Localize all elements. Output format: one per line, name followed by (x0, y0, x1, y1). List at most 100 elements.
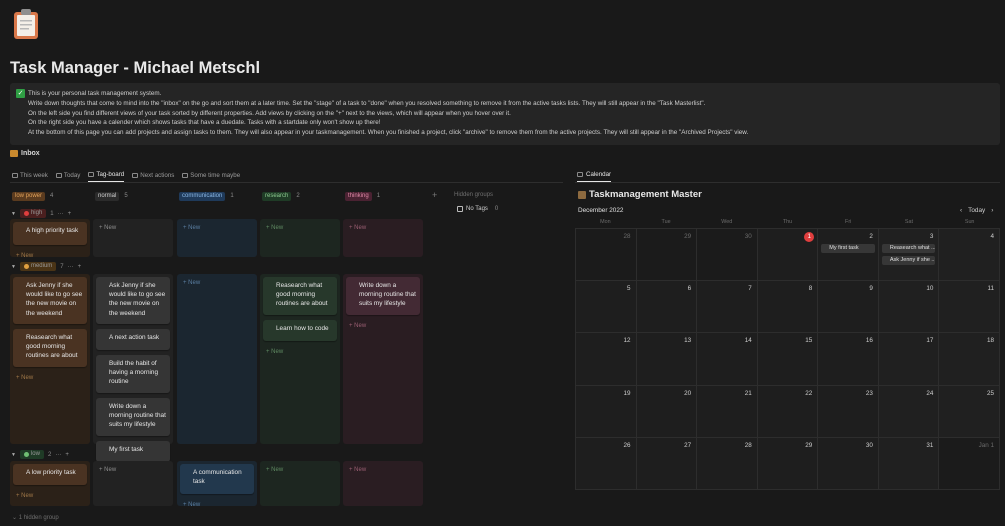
chevron-left-icon[interactable]: ‹ (960, 207, 962, 214)
new-card-button[interactable]: + New (183, 225, 200, 231)
calendar-day[interactable]: 2 My first task (818, 229, 879, 282)
calendar-day[interactable]: 10 (878, 281, 940, 334)
group-header-medium[interactable]: ▼ medium 7 ··· + (11, 262, 81, 271)
more-options-icon[interactable]: ··· (68, 264, 74, 270)
add-icon[interactable]: + (65, 452, 69, 458)
today-button[interactable]: Today (968, 207, 985, 214)
calendar-day[interactable]: 14 (697, 333, 758, 386)
task-card[interactable]: Reasearch what good morning routines are… (13, 329, 87, 367)
calendar-day[interactable]: 25 (939, 385, 1000, 438)
calendar-day[interactable]: 17 (878, 333, 940, 386)
new-card-button[interactable]: + New (99, 225, 116, 231)
task-card[interactable]: Ask Jenny if she would like to go see th… (13, 277, 87, 324)
column-header-normal[interactable]: normal 5 (95, 191, 128, 201)
calendar-event[interactable]: Reasearch what ... (881, 244, 936, 253)
tab-next-actions[interactable]: Next actions (132, 171, 174, 182)
calendar-day[interactable]: 22 (757, 385, 819, 438)
group-header-low[interactable]: ▼ low 2 ··· + (11, 450, 69, 459)
calendar-day[interactable]: 11 (939, 281, 1000, 334)
calendar-day[interactable]: 19 (576, 385, 637, 438)
new-card-button[interactable]: + New (266, 467, 283, 473)
add-icon[interactable]: + (78, 264, 82, 270)
new-card-button[interactable]: + New (16, 375, 33, 381)
calendar-day[interactable]: 20 (636, 385, 698, 438)
calendar-day[interactable]: 9 (818, 281, 879, 334)
new-card-button[interactable]: + New (349, 225, 366, 231)
chevron-right-icon[interactable]: › (991, 207, 993, 214)
new-card-button[interactable]: + New (16, 253, 33, 259)
new-card-button[interactable]: + New (266, 225, 283, 231)
task-card[interactable]: My first task (96, 441, 170, 462)
calendar-title: Taskmanagement Master (578, 189, 702, 200)
task-card[interactable]: A communication task (180, 464, 254, 494)
calendar-tab-label: Calendar (586, 171, 612, 178)
new-card-button[interactable]: + New (99, 467, 116, 473)
inbox-heading[interactable]: Inbox (10, 150, 40, 157)
calendar-day[interactable]: 5 (576, 281, 637, 334)
calendar-day[interactable]: 30 (818, 437, 879, 490)
calendar-day[interactable]: 29 (757, 437, 819, 490)
group-header-high[interactable]: ▼ high 1 ··· + (11, 209, 71, 218)
day-number: 18 (986, 337, 994, 345)
new-card-button[interactable]: + New (266, 349, 283, 355)
calendar-day[interactable]: 12 (576, 333, 637, 386)
task-card[interactable]: Ask Jenny if she would like to go see th… (96, 277, 170, 324)
calendar-day[interactable]: 26 (576, 437, 637, 490)
task-card[interactable]: Write down a morning routine that suits … (346, 277, 420, 315)
calendar-day[interactable]: 6 (636, 281, 698, 334)
new-card-button[interactable]: + New (16, 493, 33, 499)
calendar-day[interactable]: 27 (636, 437, 698, 490)
column-header-low-power[interactable]: low power 4 (12, 191, 53, 201)
task-card[interactable]: Write down a morning routine that suits … (96, 398, 170, 436)
calendar-day[interactable]: 21 (697, 385, 758, 438)
new-card-button[interactable]: + New (183, 280, 200, 286)
calendar-day[interactable]: 31 (878, 437, 940, 490)
caret-down-icon[interactable]: ▼ (11, 264, 16, 270)
new-card-button[interactable]: + New (349, 467, 366, 473)
calendar-day[interactable]: 1 (757, 229, 819, 282)
calendar-day[interactable]: Jan 1 (939, 437, 1000, 490)
task-card[interactable]: A next action task (96, 329, 170, 350)
calendar-day[interactable]: 28 (697, 437, 758, 490)
task-card[interactable]: A high priority task (13, 222, 87, 245)
calendar-day[interactable]: 23 (818, 385, 879, 438)
calendar-day[interactable]: 13 (636, 333, 698, 386)
new-card-button[interactable]: + New (183, 502, 200, 508)
calendar-event[interactable]: My first task (821, 244, 875, 253)
new-card-button[interactable]: + New (349, 323, 366, 329)
calendar-day[interactable]: 16 (818, 333, 879, 386)
tab-today[interactable]: Today (55, 171, 80, 182)
add-icon[interactable]: + (68, 211, 72, 217)
calendar-day[interactable]: 28 (576, 229, 637, 282)
task-card[interactable]: Build the habit of having a morning rout… (96, 355, 170, 393)
calendar-day[interactable]: 8 (757, 281, 819, 334)
hidden-group-toggle[interactable]: ⌄ 1 hidden group (12, 514, 59, 521)
caret-down-icon[interactable]: ▼ (11, 452, 16, 458)
calendar-day[interactable]: 18 (939, 333, 1000, 386)
column-header-research[interactable]: research 2 (262, 191, 300, 201)
calendar-day[interactable]: 15 (757, 333, 819, 386)
tab-some-time-maybe[interactable]: Some time maybe (182, 171, 240, 182)
more-options-icon[interactable]: ··· (58, 211, 64, 217)
no-tags-group[interactable]: No Tags 0 (457, 206, 498, 212)
add-group-button[interactable]: + (432, 190, 437, 200)
column-header-thinking[interactable]: thinking 1 (345, 191, 380, 201)
task-card[interactable]: Learn how to code (263, 320, 337, 341)
calendar-day[interactable]: 7 (697, 281, 758, 334)
tab-calendar[interactable]: Calendar (577, 171, 612, 182)
calendar-day[interactable]: 3 Reasearch what ... Ask Jenny if she ... (878, 229, 940, 282)
calendar-day[interactable]: 24 (878, 385, 940, 438)
calendar-day[interactable]: 30 (697, 229, 758, 282)
more-options-icon[interactable]: ··· (55, 452, 61, 458)
tab-tag-board[interactable]: Tag-board (88, 171, 125, 182)
calendar-day[interactable]: 4 (939, 229, 1000, 282)
calendar-day[interactable]: 29 (636, 229, 698, 282)
calendar-event[interactable]: Ask Jenny if she ... (881, 256, 936, 265)
caret-down-icon[interactable]: ▼ (11, 211, 16, 217)
task-card[interactable]: A low priority task (13, 464, 87, 485)
column-header-communication[interactable]: communication 1 (179, 191, 234, 201)
board-cell: A communication task + New (177, 461, 257, 508)
tab-this-week[interactable]: This week (12, 171, 48, 182)
tag-icon (457, 206, 463, 212)
task-card[interactable]: Reasearch what good morning routines are… (263, 277, 337, 315)
